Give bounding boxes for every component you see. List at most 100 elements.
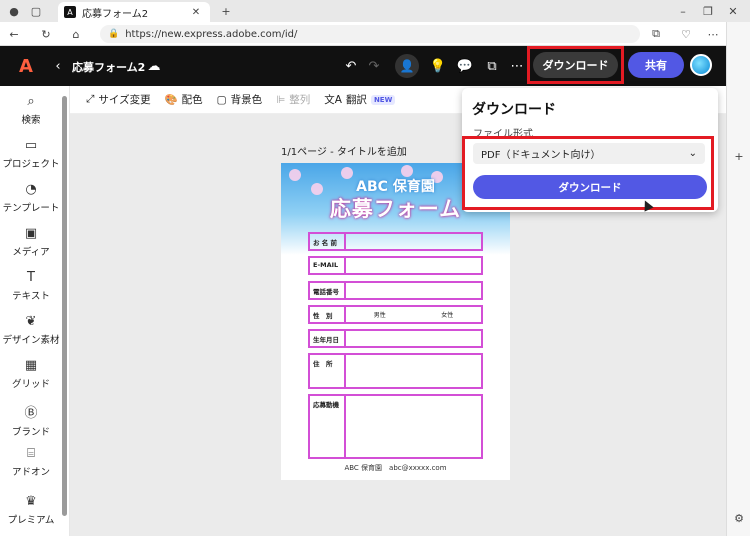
addon-icon: ⌸ [27, 446, 35, 461]
sidebar-item-media[interactable]: ▣ メディア [0, 226, 62, 258]
add-sidebar-icon[interactable]: + [731, 148, 747, 164]
adobe-favicon-icon: A [64, 6, 76, 18]
versions-icon[interactable]: ⧉ [482, 56, 502, 76]
sidebar-item-label: アドオン [11, 467, 50, 478]
design-assets-icon: ❦ [25, 314, 37, 329]
resize-button[interactable]: ⤢ サイズ変更 [86, 92, 151, 107]
brand-icon: Ⓑ [24, 406, 38, 421]
maximize-icon[interactable]: ❐ [700, 3, 716, 19]
sidebar-item-label: メディア [12, 247, 50, 258]
back-chevron-icon[interactable]: ‹ [48, 56, 68, 76]
back-icon[interactable]: ← [6, 26, 22, 42]
sidebar-item-label: デザイン素材 [2, 335, 60, 346]
resize-icon: ⤢ [86, 93, 95, 105]
cloud-sync-icon: ☁ [147, 58, 161, 74]
sidebar-item-label: グリッド [11, 379, 50, 390]
form-row: 性 別 男性 女性 [308, 305, 483, 324]
minimize-icon[interactable]: – [675, 3, 691, 19]
undo-icon[interactable]: ↶ [341, 56, 361, 76]
home-icon[interactable]: ⌂ [68, 26, 84, 42]
form-footer: ABC 保育園 abc@xxxxx.com [344, 464, 447, 472]
palette-icon: 🎨 [164, 94, 178, 106]
gender-options: 男性 女性 [346, 307, 481, 322]
field-value [346, 258, 481, 273]
profile-icon[interactable]: ● [6, 3, 22, 19]
download-highlight-box [527, 46, 624, 84]
form-row: 電話番号 [308, 281, 483, 300]
invite-user-icon[interactable]: 👤 [395, 54, 419, 78]
download-panel-highlight-box [462, 136, 714, 210]
field-label: 生年月日 [310, 331, 346, 346]
sidebar-item-design-assets[interactable]: ❦ デザイン素材 [0, 314, 62, 346]
sidebar-item-search[interactable]: ⌕ 検索 [0, 94, 62, 126]
sidebar-item-grid[interactable]: ▦ グリッド [0, 358, 62, 390]
url-field[interactable]: 🔒 https://new.express.adobe.com/id/ [100, 25, 640, 43]
form-row: 住 所 [308, 353, 483, 389]
align-icon: ⊫ [276, 93, 286, 106]
template-icon: ◔ [25, 182, 37, 197]
redo-icon: ↷ [368, 58, 380, 74]
sidebar-item-addons[interactable]: ⌸ アドオン [0, 446, 62, 478]
folder-icon: ▭ [24, 138, 38, 153]
sidebar-settings-icon[interactable]: ⚙ [731, 510, 747, 526]
field-label: E-MAIL [310, 258, 346, 273]
gender-female: 女性 [441, 312, 454, 319]
browser-tab[interactable]: A 応募フォーム2 ✕ [58, 2, 210, 22]
share-button[interactable]: 共有 [628, 52, 684, 78]
color-button[interactable]: 🎨 配色 [165, 92, 203, 107]
download-panel-title: ダウンロード [472, 102, 556, 118]
color-label: 配色 [181, 94, 203, 106]
more-options-icon[interactable]: ⋯ [507, 56, 527, 76]
translate-icon: 文A [324, 94, 342, 106]
search-icon: ⌕ [27, 94, 35, 109]
grid-icon: ▦ [24, 358, 38, 373]
background-icon: ▢ [216, 93, 227, 106]
background-label: 背景色 [230, 94, 263, 106]
new-tab-icon[interactable]: + [218, 3, 234, 19]
new-badge: NEW [370, 94, 396, 105]
document-title[interactable]: 応募フォーム2 [72, 59, 145, 75]
sidebar-item-templates[interactable]: ◔ テンプレート [0, 182, 62, 214]
text-icon: T [27, 270, 35, 285]
sidebar-item-label: ブランド [11, 427, 50, 438]
browser-sidebar: + ⚙ [726, 22, 750, 536]
premium-icon: ♛ [25, 494, 37, 509]
adobe-express-logo[interactable]: A [16, 56, 36, 77]
field-value [346, 331, 481, 346]
avatar[interactable] [690, 54, 712, 76]
tab-actions-icon[interactable]: ▢ [28, 3, 44, 19]
settings-more-icon[interactable]: ⋯ [705, 26, 721, 42]
sidebar-item-label: プレミアム [7, 515, 55, 526]
sidebar-scrollbar[interactable] [62, 96, 67, 516]
sidebar-item-label: 検索 [21, 115, 41, 126]
field-value [346, 283, 481, 298]
comment-icon[interactable]: 💬 [455, 56, 475, 76]
field-label: 住 所 [310, 355, 346, 387]
align-button: ⊫ 整列 [276, 92, 310, 107]
background-button[interactable]: ▢ 背景色 [217, 92, 262, 107]
lock-icon: 🔒 [108, 29, 120, 39]
sidebar-item-premium[interactable]: ♛ プレミアム [0, 494, 62, 526]
form-row: E-MAIL [308, 256, 483, 275]
tab-title: 応募フォーム2 [82, 8, 149, 20]
url-text: https://new.express.adobe.com/id/ [125, 28, 298, 40]
collections-icon[interactable]: ⧉ [648, 26, 664, 42]
close-window-icon[interactable]: ✕ [725, 3, 741, 19]
sidebar-item-projects[interactable]: ▭ プロジェクト [0, 138, 62, 170]
translate-button[interactable]: 文A 翻訳 NEW [324, 92, 396, 107]
field-value [346, 396, 481, 457]
resize-label: サイズ変更 [98, 94, 151, 106]
reload-icon[interactable]: ↻ [38, 26, 54, 42]
sidebar-item-brand[interactable]: Ⓑ ブランド [0, 402, 62, 438]
idea-icon[interactable]: 💡 [428, 56, 448, 76]
align-label: 整列 [289, 94, 311, 106]
gender-male: 男性 [373, 312, 386, 319]
form-row: 生年月日 [308, 329, 483, 348]
field-label: 性 別 [310, 307, 346, 322]
sidebar-item-text[interactable]: T テキスト [0, 270, 62, 302]
browser-tab-bar: ● ▢ A 応募フォーム2 ✕ + – ❐ ✕ [0, 0, 750, 22]
close-tab-icon[interactable]: ✕ [188, 4, 204, 20]
sidebar-item-label: テキスト [12, 291, 50, 302]
page-label[interactable]: 1/1ページ - タイトルを追加 [281, 143, 407, 158]
extensions-icon[interactable]: ♡ [678, 26, 694, 42]
